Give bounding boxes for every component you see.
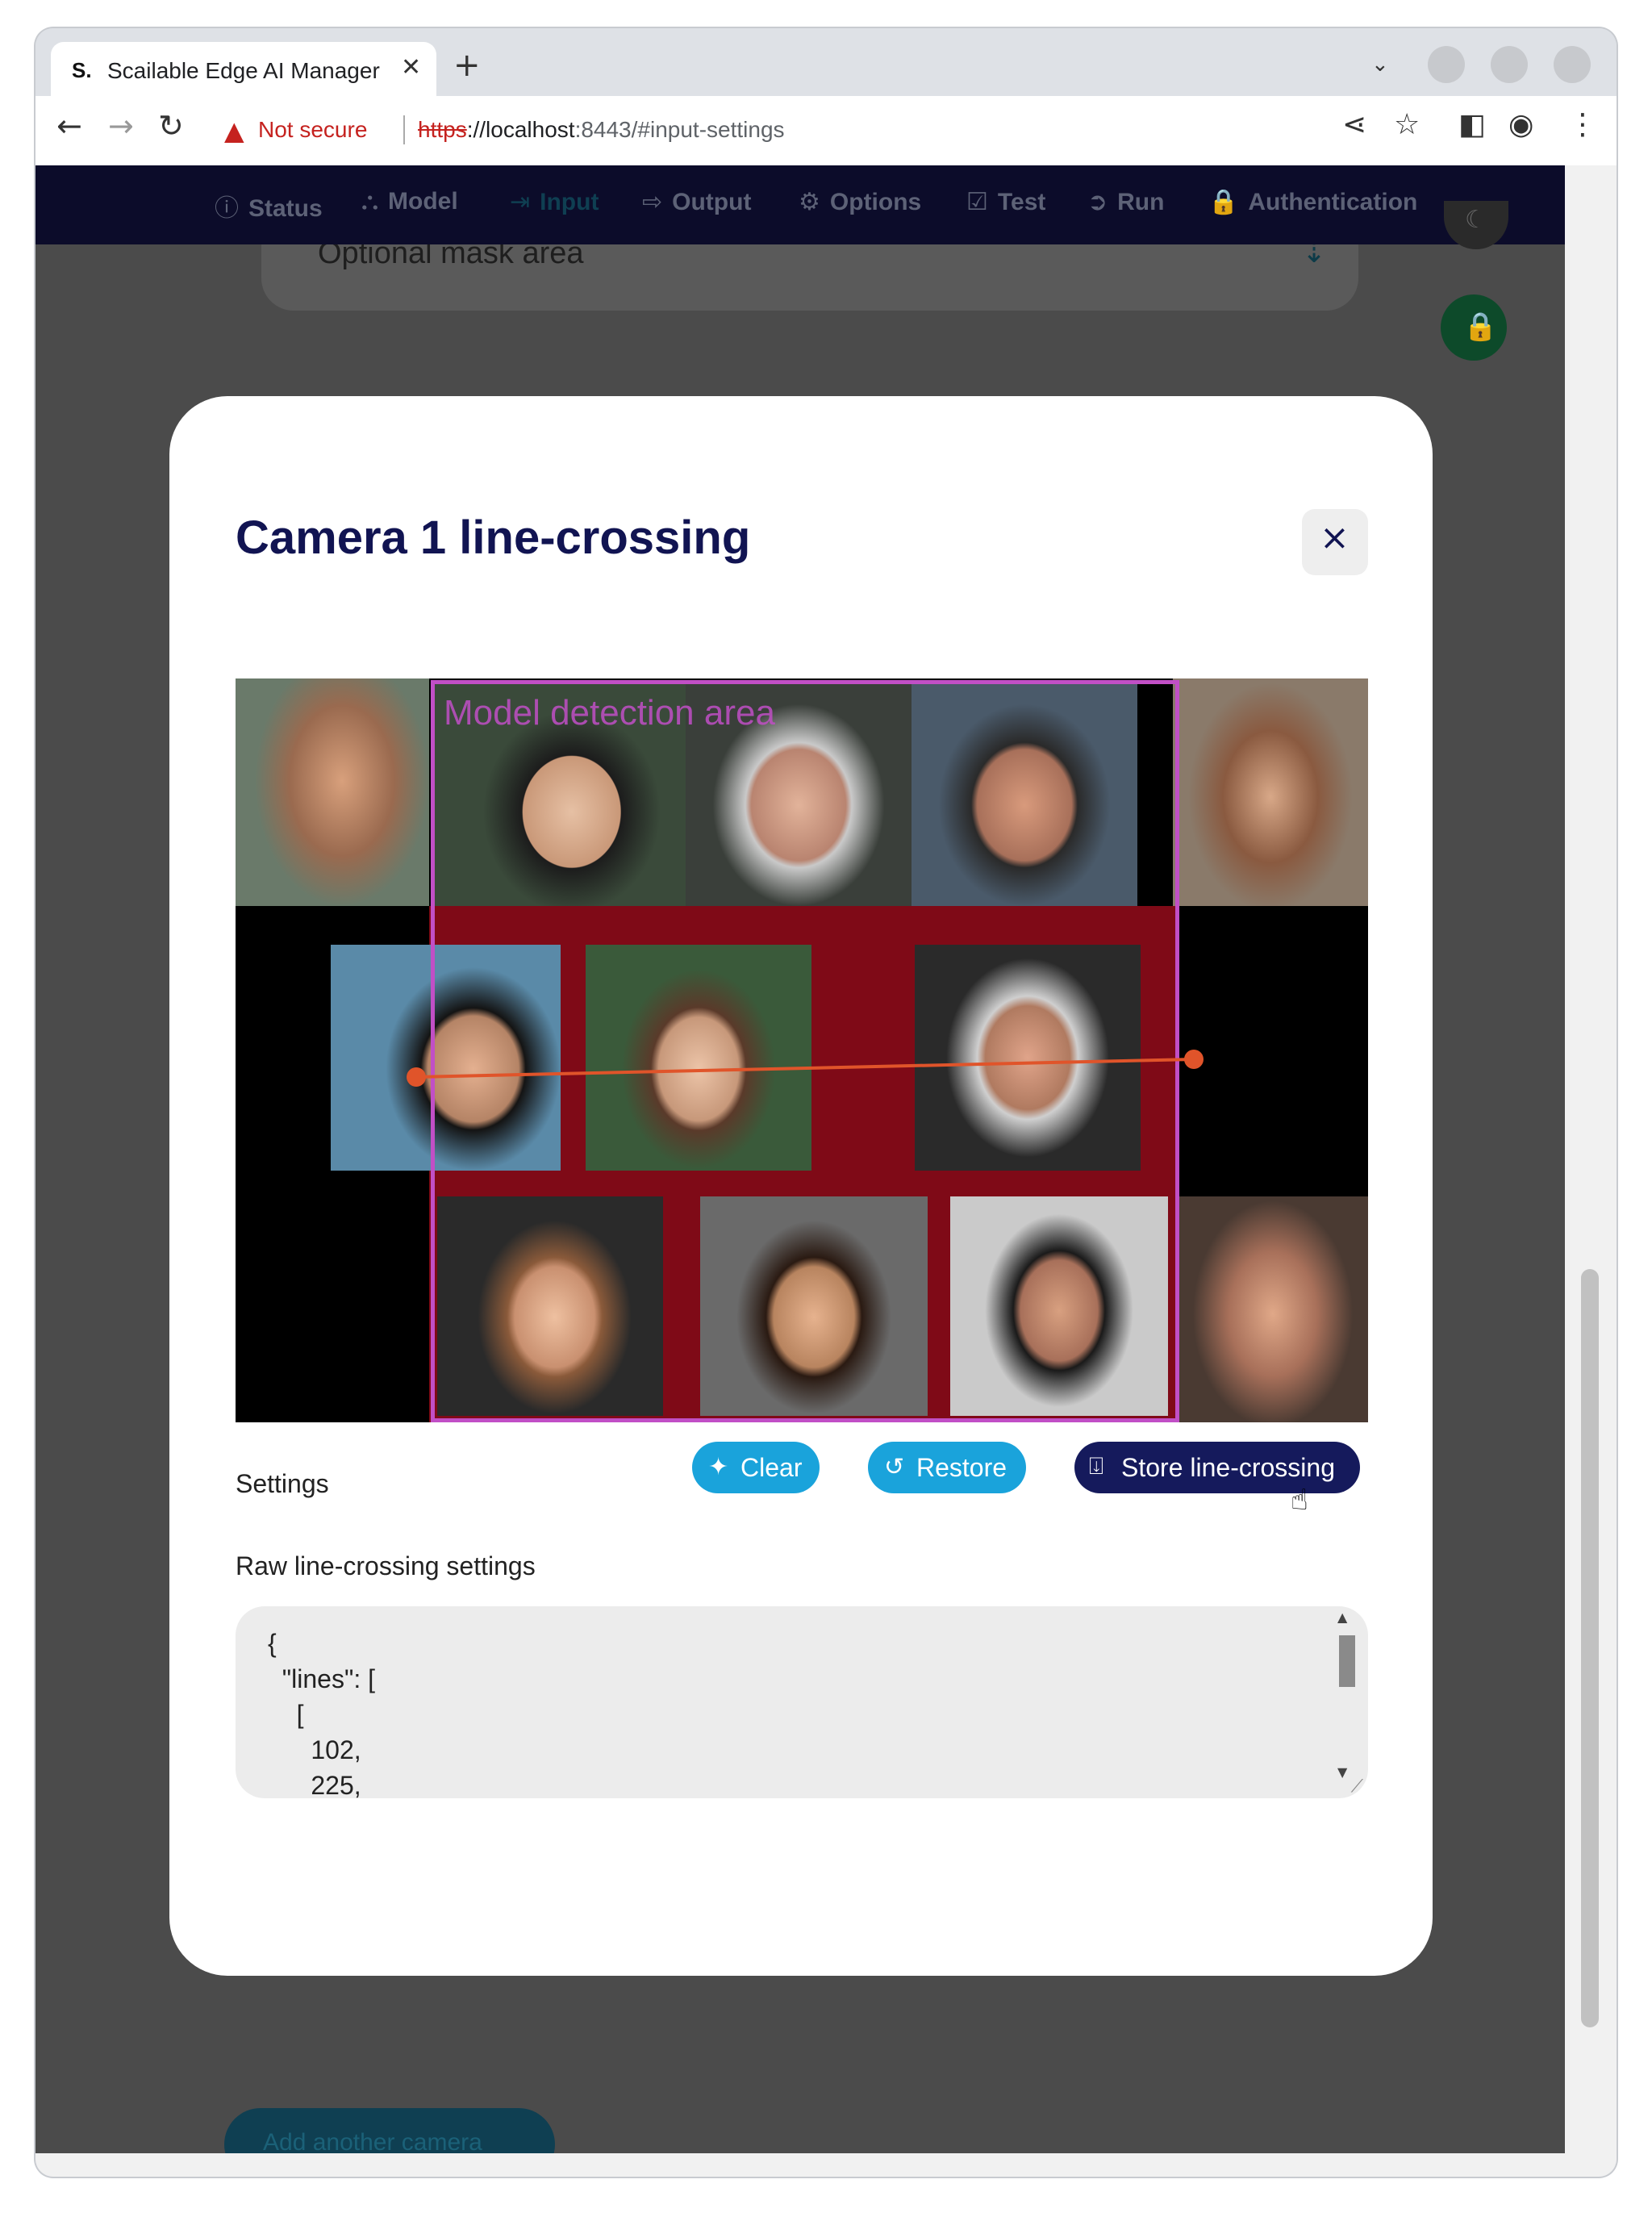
new-tab-button[interactable]: + [453,49,481,81]
restore-label: Restore [916,1453,1007,1482]
bookmark-star-icon[interactable]: ☆ [1394,111,1420,140]
raw-settings-textarea[interactable]: { "lines": [ [ 102, 225, ▲ ▼ ⟋ [236,1606,1368,1798]
restore-button[interactable]: ↺ Restore [868,1442,1026,1493]
crossing-line[interactable] [415,1058,1195,1079]
nav-input[interactable]: ⇥ Input [510,188,599,216]
nav-test[interactable]: ☑ Test [966,188,1045,216]
line-end-handle[interactable] [1184,1050,1204,1069]
tab-strip: S. Scailable Edge AI Manager ✕ + ⌄ [35,28,1617,97]
textarea-scroll-thumb[interactable] [1339,1635,1355,1687]
page-horizontal-scrollbar[interactable] [35,2153,1617,2177]
line-crossing-modal: Camera 1 line-crossing × Model detection… [169,396,1433,1976]
line-start-handle[interactable] [407,1067,426,1087]
omnibox-separator [403,115,405,144]
nav-options[interactable]: ⚙ Options [799,188,921,216]
hand-cursor-icon: ☝ [1291,1484,1308,1517]
warning-icon: ▲ [224,115,244,146]
share-icon[interactable]: ⋖ [1342,111,1366,140]
resize-grip-icon[interactable]: ⟋ [1351,1777,1363,1797]
profile-icon[interactable]: ◉ [1508,111,1533,140]
tab-title: Scailable Edge AI Manager [107,58,380,83]
url-host: ://localhost [466,117,575,142]
run-icon: ➲ [1087,189,1108,215]
forward-icon[interactable]: → [108,111,134,141]
nav-label: Model [388,188,458,215]
modal-title: Camera 1 line-crossing [236,511,751,564]
url-path: :8443/#input-settings [574,117,785,142]
nav-output[interactable]: ⇨ Output [642,188,751,216]
url-text[interactable]: https://localhost:8443/#input-settings [418,117,785,143]
browser-window: S. Scailable Edge AI Manager ✕ + ⌄ ← → ↻… [35,28,1617,2177]
nav-status[interactable]: ⓘ Status [215,188,323,223]
check-icon: ☑ [966,189,988,215]
nav-model[interactable]: ⛬ Model [361,188,458,215]
nav-label: Test [997,189,1046,215]
url-scheme: https [418,117,467,142]
page-vertical-scrollbar[interactable] [1565,165,1617,2153]
input-icon: ⇥ [510,189,531,215]
raw-settings-json: { "lines": [ [ 102, 225, [268,1629,375,1798]
page-viewport: Optional mask area ⇣ ⓘ Status ⛬ Model ⇥ Inp… [35,165,1565,2153]
store-label: Store line-crossing [1121,1453,1335,1482]
page-scroll-thumb[interactable] [1581,1269,1599,2027]
nav-authentication[interactable]: 🔒 Authentication [1208,188,1417,216]
output-icon: ⇨ [642,189,663,215]
line-crossing-canvas[interactable]: Model detection area [236,678,1368,1422]
nav-label: Run [1117,189,1165,215]
moon-icon: ☾ [1465,206,1487,234]
lock-button[interactable]: 🔒 [1441,294,1507,361]
side-panel-icon[interactable]: ◧ [1458,111,1486,140]
textarea-scrollbar[interactable]: ▲ ▼ [1337,1610,1357,1790]
maximize-button[interactable] [1491,46,1528,83]
nav-run[interactable]: ➲ Run [1087,188,1164,216]
scroll-down-icon[interactable]: ▼ [1337,1764,1347,1780]
lock-icon: 🔒 [1208,189,1239,215]
raw-settings-label: Raw line-crossing settings [236,1551,536,1580]
gear-icon: ⚙ [799,189,820,215]
nav-label: Authentication [1248,189,1418,215]
model-icon: ⛬ [361,188,378,215]
clear-label: Clear [740,1453,803,1482]
scroll-up-icon[interactable]: ▲ [1337,1610,1347,1625]
nav-label: Status [248,195,323,222]
restore-icon: ↺ [884,1454,905,1480]
browser-toolbar: ← → ↻ ▲ Not secure https://localhost:844… [35,96,1617,165]
close-modal-button[interactable]: × [1302,509,1368,575]
browser-tab[interactable]: S. Scailable Edge AI Manager ✕ [51,42,436,97]
store-line-crossing-button[interactable]: ⍗ Store line-crossing [1074,1442,1360,1493]
info-icon: ⓘ [215,195,239,222]
add-camera-label: Add another camera [263,2129,482,2153]
reload-icon[interactable]: ↻ [158,111,184,141]
nav-label: Input [540,189,599,215]
add-camera-button[interactable]: Add another camera [224,2108,555,2153]
close-window-button[interactable] [1554,46,1591,83]
close-icon: × [1320,517,1350,558]
address-bar[interactable]: ▲ Not secure https://localhost:8443/#inp… [211,104,1449,156]
back-icon[interactable]: ← [56,111,82,141]
save-icon: ⍗ [1089,1453,1103,1480]
tab-close-icon[interactable]: ✕ [401,53,421,81]
sparkle-icon: ✦ [708,1454,729,1480]
lock-icon: 🔒 [1463,311,1498,343]
favicon-icon: S. [72,58,92,82]
tab-search-icon[interactable]: ⌄ [1371,52,1389,77]
security-warning[interactable]: Not secure [258,117,367,143]
clear-button[interactable]: ✦ Clear [692,1442,820,1493]
app-navbar: ⓘ Status ⛬ Model ⇥ Input ⇨ Output ⚙ Options ☑… [35,165,1565,244]
minimize-button[interactable] [1428,46,1465,83]
crossing-line-overlay[interactable] [236,678,1368,1422]
browser-menu-icon[interactable]: ⋮ [1568,111,1597,140]
nav-label: Output [672,189,752,215]
settings-label: Settings [236,1469,329,1498]
nav-label: Options [829,189,922,215]
